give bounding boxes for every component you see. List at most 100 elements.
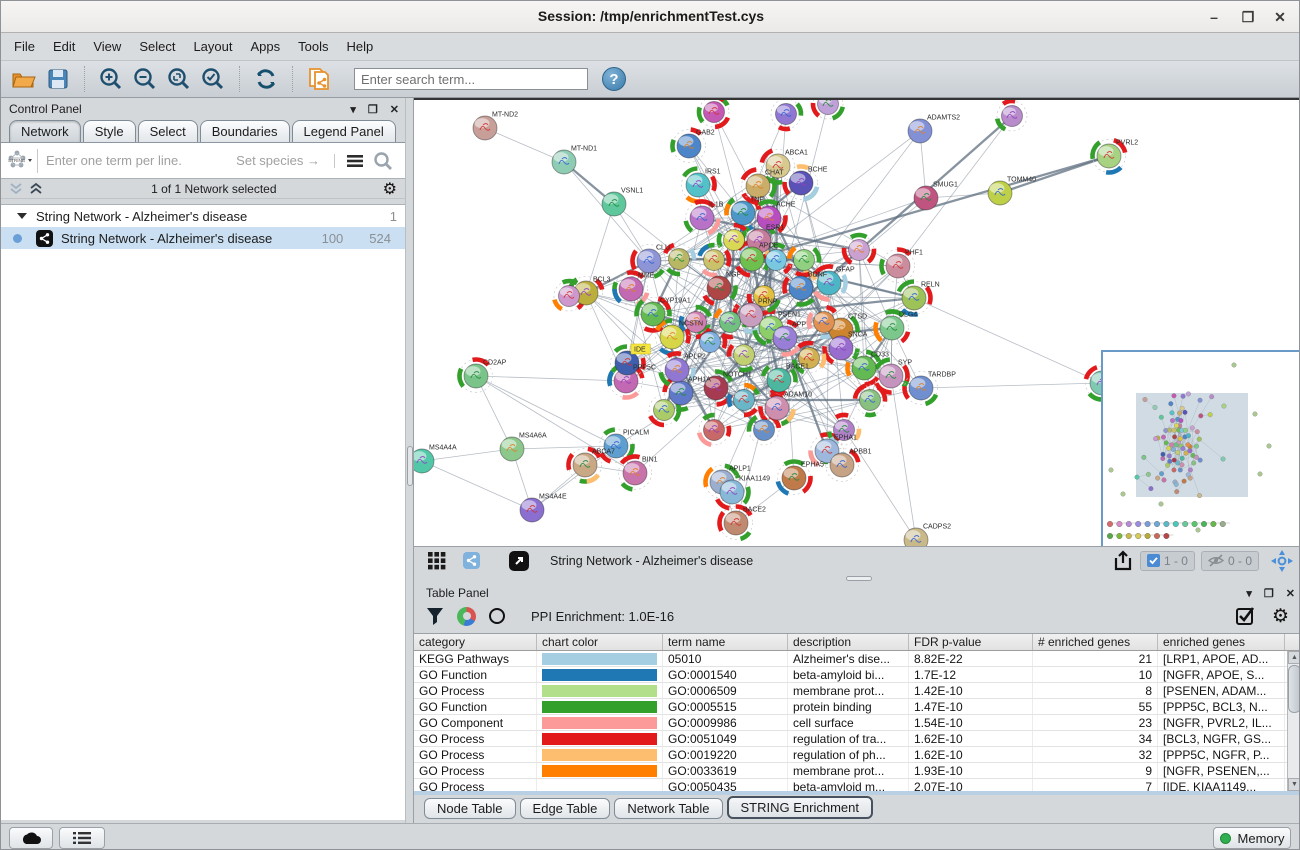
pan-compass-button[interactable]: [1267, 547, 1297, 575]
network-node-APH1A[interactable]: [669, 381, 693, 405]
network-node-IL1B[interactable]: [690, 206, 714, 230]
network-node-TOMM40[interactable]: [988, 181, 1012, 205]
menu-item-edit[interactable]: Edit: [44, 35, 84, 58]
save-session-button[interactable]: [43, 65, 73, 93]
network-node-TARDBP[interactable]: [909, 376, 933, 400]
memory-button[interactable]: Memory: [1213, 827, 1291, 849]
table-row[interactable]: GO ProcessGO:0006509membrane prot...1.42…: [414, 683, 1287, 699]
network-node-MT-ND1[interactable]: [552, 150, 576, 174]
panel-float-button[interactable]: ❐: [368, 103, 378, 116]
panel-float-button[interactable]: ❐: [1264, 587, 1274, 600]
menu-item-select[interactable]: Select: [130, 35, 184, 58]
network-node-TNF[interactable]: [731, 201, 755, 225]
horizontal-splitter[interactable]: [414, 574, 1300, 583]
navigator-viewport-rect[interactable]: [1136, 393, 1248, 497]
expand-all-icon[interactable]: [29, 182, 45, 196]
tab-node-table[interactable]: Node Table: [424, 798, 516, 819]
network-node[interactable]: [704, 420, 725, 441]
scroll-down-button[interactable]: ▼: [1288, 778, 1300, 791]
tab-legend-panel[interactable]: Legend Panel: [292, 120, 396, 142]
network-node-DLG4[interactable]: [880, 316, 904, 340]
birdseye-toggle-button[interactable]: [456, 547, 486, 575]
tab-select[interactable]: Select: [138, 120, 198, 142]
network-node[interactable]: [734, 345, 755, 366]
network-node[interactable]: [1002, 106, 1023, 127]
network-canvas[interactable]: MT-ND2MT-ND1VSNL1GAB2IRS1ADAMTS2PVRL2TOM…: [414, 98, 1300, 546]
network-node[interactable]: [720, 312, 741, 333]
network-node-BDNF[interactable]: [789, 276, 813, 300]
network-node-SYP[interactable]: [879, 364, 903, 388]
network-node[interactable]: [814, 312, 835, 333]
network-node-BIN1[interactable]: [623, 461, 647, 485]
grid-view-button[interactable]: [422, 547, 452, 575]
network-node-APLP2[interactable]: [665, 358, 689, 382]
navigator-minimap[interactable]: [1103, 352, 1299, 546]
menu-item-tools[interactable]: Tools: [289, 35, 337, 58]
vertical-splitter[interactable]: [405, 98, 414, 823]
menu-item-view[interactable]: View: [84, 35, 130, 58]
tab-network[interactable]: Network: [9, 120, 81, 142]
network-node[interactable]: [849, 240, 870, 261]
search-input[interactable]: [354, 68, 588, 90]
refresh-button[interactable]: [251, 65, 281, 93]
zoom-fit-button[interactable]: [164, 65, 194, 93]
filter-icon[interactable]: [426, 607, 444, 626]
open-in-window-button[interactable]: [504, 547, 534, 575]
selected-nodes-badge[interactable]: 1 - 0: [1140, 551, 1195, 571]
network-node-BACE1[interactable]: [767, 368, 791, 392]
panel-close-button[interactable]: ✕: [390, 103, 399, 116]
scroll-up-button[interactable]: ▲: [1288, 651, 1300, 664]
column-header-description[interactable]: description: [788, 634, 909, 650]
network-node[interactable]: [654, 400, 675, 421]
tab-string-enrichment[interactable]: STRING Enrichment: [727, 796, 873, 819]
network-node[interactable]: [818, 100, 839, 115]
network-node-GAB2[interactable]: [677, 134, 701, 158]
table-row[interactable]: GO FunctionGO:0005515protein binding1.47…: [414, 699, 1287, 715]
network-node[interactable]: [754, 420, 775, 441]
task-list-button[interactable]: [59, 827, 105, 849]
network-node-ADAM10[interactable]: [765, 396, 789, 420]
zoom-selected-button[interactable]: [198, 65, 228, 93]
tab-style[interactable]: Style: [83, 120, 136, 142]
splitter-handle[interactable]: [846, 576, 872, 581]
network-node-MT-ND2[interactable]: [473, 116, 497, 140]
network-node-NCSTN[interactable]: [660, 325, 684, 349]
select-terms-icon[interactable]: [1236, 606, 1256, 626]
birdseye-navigator[interactable]: [1101, 350, 1300, 548]
column-header-fdr-p-value[interactable]: FDR p-value: [909, 634, 1033, 650]
network-node[interactable]: [704, 250, 725, 271]
string-search-button[interactable]: [373, 151, 393, 171]
menu-item-apps[interactable]: Apps: [242, 35, 290, 58]
chart-donut-icon[interactable]: [457, 607, 476, 626]
network-node[interactable]: [669, 249, 690, 270]
ring-chart-icon[interactable]: [489, 608, 505, 624]
network-node-APBB1[interactable]: [830, 453, 854, 477]
network-node-APP[interactable]: [773, 326, 797, 350]
network-node[interactable]: [700, 332, 721, 353]
splitter-handle[interactable]: [407, 446, 413, 486]
string-options-button[interactable]: [334, 154, 363, 168]
tab-edge-table[interactable]: Edge Table: [520, 798, 611, 819]
table-row[interactable]: GO ProcessGO:0033619membrane prot...1.93…: [414, 763, 1287, 779]
species-selector-label[interactable]: Set species →: [236, 153, 320, 168]
network-node[interactable]: [559, 286, 580, 307]
network-node[interactable]: [794, 250, 815, 271]
network-node-MS4A4A[interactable]: [414, 449, 434, 473]
menu-item-file[interactable]: File: [5, 35, 44, 58]
column-header-term-name[interactable]: term name: [663, 634, 788, 650]
network-node-RELN[interactable]: [902, 286, 926, 310]
network-node-MS4A6A[interactable]: [500, 437, 524, 461]
network-node-KIAA1149[interactable]: [720, 480, 744, 504]
network-node-NGF[interactable]: [707, 276, 731, 300]
scrollbar-thumb[interactable]: [1288, 665, 1300, 713]
string-query-input[interactable]: [37, 149, 226, 173]
table-settings-gear-icon[interactable]: ⚙: [1272, 605, 1289, 628]
network-node-PHF1[interactable]: [886, 254, 910, 278]
network-node-SMUG1[interactable]: [914, 186, 938, 210]
network-node-MS4A4E[interactable]: [520, 498, 544, 522]
tree-expand-caret-icon[interactable]: [17, 213, 27, 219]
network-node-ABCA7[interactable]: [573, 453, 597, 477]
table-row[interactable]: GO ProcessGO:0051049regulation of tra...…: [414, 731, 1287, 747]
network-node-CYP19A1[interactable]: [641, 302, 665, 326]
collapse-all-icon[interactable]: [9, 182, 25, 196]
